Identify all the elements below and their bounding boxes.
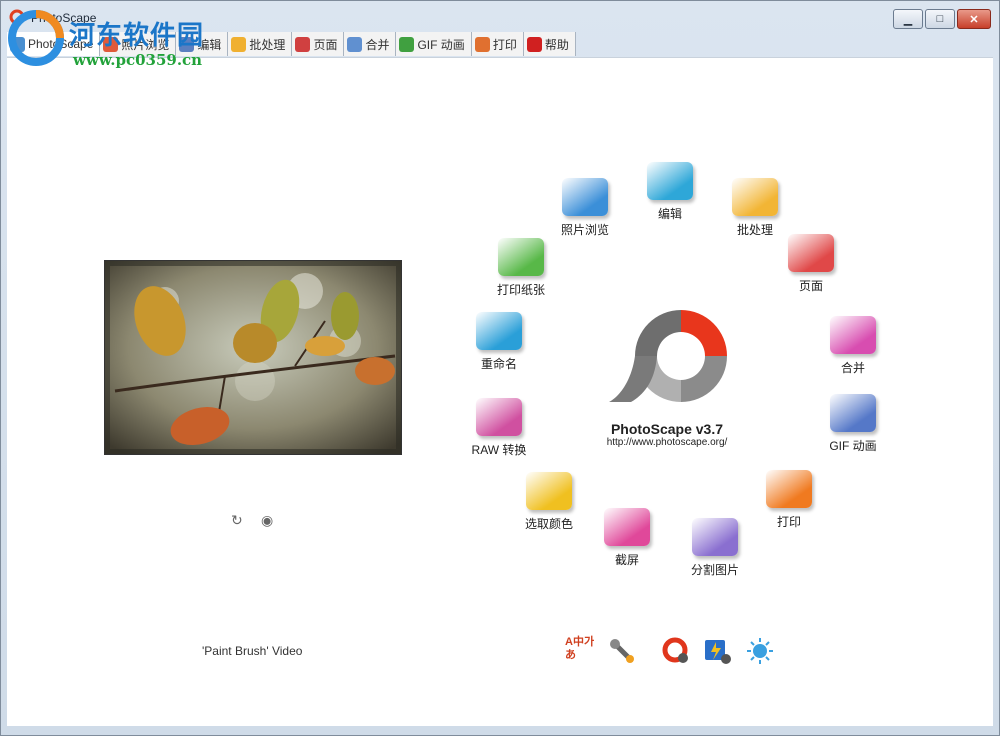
app-icon (9, 9, 25, 25)
tab-icon (347, 36, 363, 52)
tab-label: 帮助 (544, 37, 569, 52)
tab-3[interactable]: 批处理 (228, 32, 293, 56)
photoscape-logo (609, 310, 727, 402)
tab-label: 编辑 (197, 37, 222, 52)
tab-icon (526, 36, 542, 52)
tab-icon (295, 36, 311, 52)
tab-icon (179, 36, 195, 52)
feature-camera[interactable]: 编辑 (632, 162, 708, 222)
combine-icon (830, 316, 876, 354)
tab-icon (103, 36, 119, 52)
feature-label: GIF 动画 (829, 439, 877, 453)
feature-gif[interactable]: GIF 动画 (815, 394, 891, 454)
tab-2[interactable]: 编辑 (176, 32, 229, 56)
tab-7[interactable]: 打印 (471, 32, 524, 56)
tab-label: GIF 动画 (417, 37, 465, 52)
feature-color-picker[interactable]: 选取颜色 (511, 472, 587, 532)
feature-label: 分割图片 (690, 563, 739, 577)
screen-capture-icon (604, 508, 650, 546)
feature-label: 打印纸张 (496, 283, 545, 297)
printer-icon (766, 470, 812, 508)
feature-label: 选取颜色 (524, 517, 573, 531)
tools-icon[interactable] (607, 636, 637, 666)
tab-icon (10, 36, 25, 52)
feature-page[interactable]: 页面 (773, 234, 849, 294)
raw-icon (476, 398, 522, 436)
app-version: PhotoScape v3.7 (610, 421, 724, 437)
preview-photo (104, 260, 402, 455)
feature-printer[interactable]: 打印 (751, 470, 827, 530)
feature-label: 截屏 (614, 553, 639, 567)
feature-label: 页面 (798, 279, 823, 293)
feature-splitter[interactable]: 分割图片 (677, 518, 753, 578)
gif-icon (830, 394, 876, 432)
tab-8[interactable]: 帮助 (523, 32, 576, 56)
language-icon[interactable]: A中가あ (565, 636, 599, 666)
color-picker-icon (526, 472, 572, 510)
batch-icon (732, 178, 778, 216)
title-bar[interactable]: PhotoScape ▁ □ ✕ (1, 1, 999, 31)
eye-icon[interactable]: ◉ (261, 512, 273, 529)
feature-label: 重命名 (480, 357, 517, 371)
tab-icon (474, 36, 490, 52)
tab-label: 照片浏览 (121, 37, 170, 52)
lightning-icon[interactable] (703, 636, 733, 666)
viewer-icon (562, 178, 608, 216)
feature-batch[interactable]: 批处理 (717, 178, 793, 238)
sun-icon[interactable] (745, 636, 775, 666)
preview-caption: 'Paint Brush' Video (202, 644, 303, 658)
feature-label: RAW 转换 (471, 443, 527, 457)
paper-icon (498, 238, 544, 276)
feature-raw[interactable]: RAW 转换 (461, 398, 537, 458)
tab-label: PhotoScape (28, 37, 94, 51)
feature-viewer[interactable]: 照片浏览 (547, 178, 623, 238)
minimize-button[interactable]: ▁ (893, 9, 923, 29)
tab-label: 合并 (365, 37, 390, 52)
tab-label: 打印 (492, 37, 517, 52)
feature-label: 合并 (840, 361, 865, 375)
feature-screen-capture[interactable]: 截屏 (589, 508, 665, 568)
app-website[interactable]: http://www.photoscape.org/ (587, 437, 747, 448)
feature-label: 照片浏览 (560, 223, 609, 237)
main-tab-bar: PhotoScape 照片浏览 编辑 批处理 页面 合并 GIF 动画 打印 帮助 (7, 32, 576, 56)
tab-label: 批处理 (249, 37, 286, 52)
tab-4[interactable]: 页面 (292, 32, 345, 56)
camera-icon (647, 162, 693, 200)
page-icon (788, 234, 834, 272)
feature-label: 打印 (776, 515, 801, 529)
tab-icon (231, 36, 247, 52)
feature-combine[interactable]: 合并 (815, 316, 891, 376)
feature-label: 编辑 (657, 207, 682, 221)
tab-6[interactable]: GIF 动画 (396, 32, 472, 56)
feature-paper[interactable]: 打印纸张 (483, 238, 559, 298)
photoscape-window: PhotoScape ▁ □ ✕ PhotoScape 照片浏览 编辑 批处理 页面 合并… (0, 0, 1000, 736)
rename-icon (476, 312, 522, 350)
window-title: PhotoScape (31, 11, 97, 25)
refresh-icon[interactable]: ↻ (231, 512, 243, 529)
feature-rename[interactable]: 重命名 (461, 312, 537, 372)
tab-0[interactable]: PhotoScape (7, 32, 101, 56)
tab-1[interactable]: 照片浏览 (100, 32, 177, 56)
window-controls: ▁ □ ✕ (893, 9, 991, 29)
close-button[interactable]: ✕ (957, 9, 991, 29)
splitter-icon (692, 518, 738, 556)
home-panel: ↻ ◉ 'Paint Brush' Video PhotoScape v3.7 … (7, 57, 993, 726)
tab-5[interactable]: 合并 (344, 32, 397, 56)
photoscape-options-icon[interactable] (661, 636, 691, 666)
tab-icon (399, 36, 415, 52)
maximize-button[interactable]: □ (925, 9, 955, 29)
tab-label: 页面 (313, 37, 338, 52)
